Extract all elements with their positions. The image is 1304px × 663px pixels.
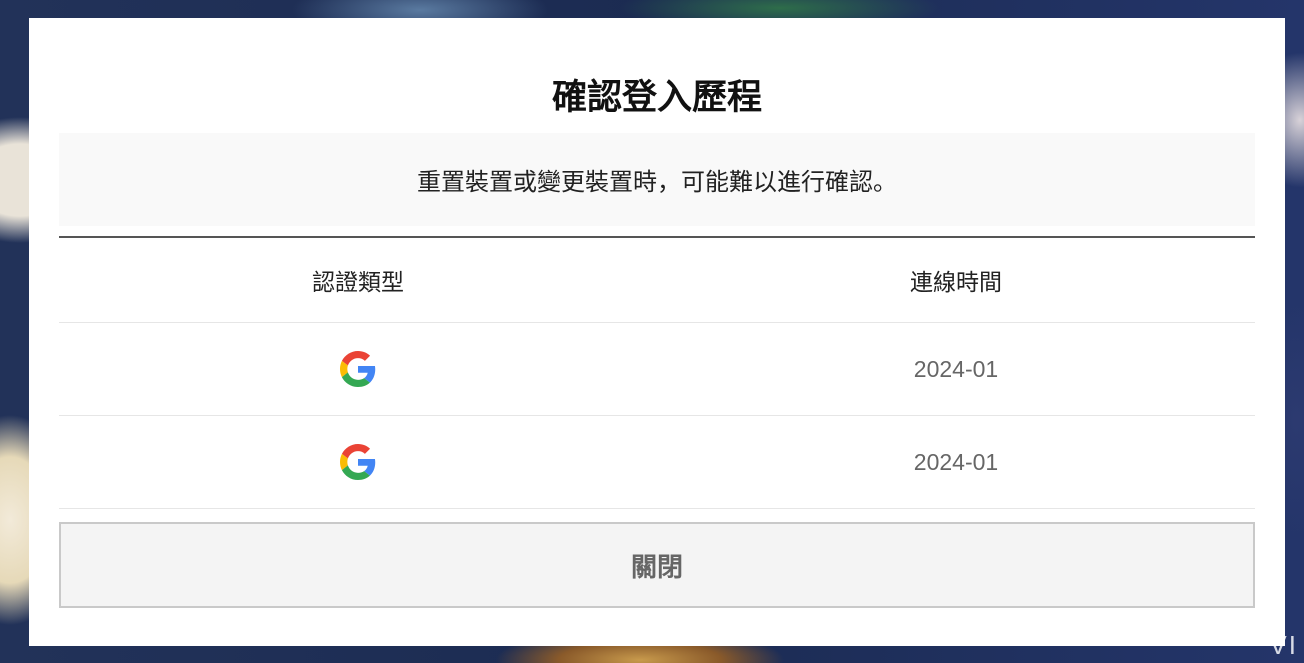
- table-header-row: 認證類型 連線時間: [59, 238, 1255, 323]
- google-icon: [340, 351, 376, 387]
- notice-box: 重置裝置或變更裝置時，可能難以進行確認。: [59, 133, 1255, 226]
- connection-time-cell: 2024-01: [913, 448, 999, 475]
- table-row: 2024-01: [59, 323, 1255, 416]
- auth-type-cell: [59, 351, 657, 387]
- header-connection-time: 連線時間: [910, 270, 1002, 296]
- dialog-title: 確認登入歷程: [551, 78, 762, 118]
- table-row: 2024-01: [59, 416, 1255, 509]
- login-history-table: 認證類型 連線時間 2024-01 2024-01: [59, 236, 1255, 509]
- notice-text: 重置裝置或變更裝置時，可能難以進行確認。: [417, 168, 897, 196]
- auth-type-cell: [59, 444, 657, 480]
- close-button[interactable]: 關閉: [59, 522, 1255, 608]
- google-icon: [340, 444, 376, 480]
- header-auth-type: 認證類型: [312, 270, 404, 296]
- connection-time-cell: 2024-01: [913, 355, 999, 382]
- login-history-dialog: 確認登入歷程 重置裝置或變更裝置時，可能難以進行確認。 認證類型 連線時間 20…: [29, 18, 1285, 646]
